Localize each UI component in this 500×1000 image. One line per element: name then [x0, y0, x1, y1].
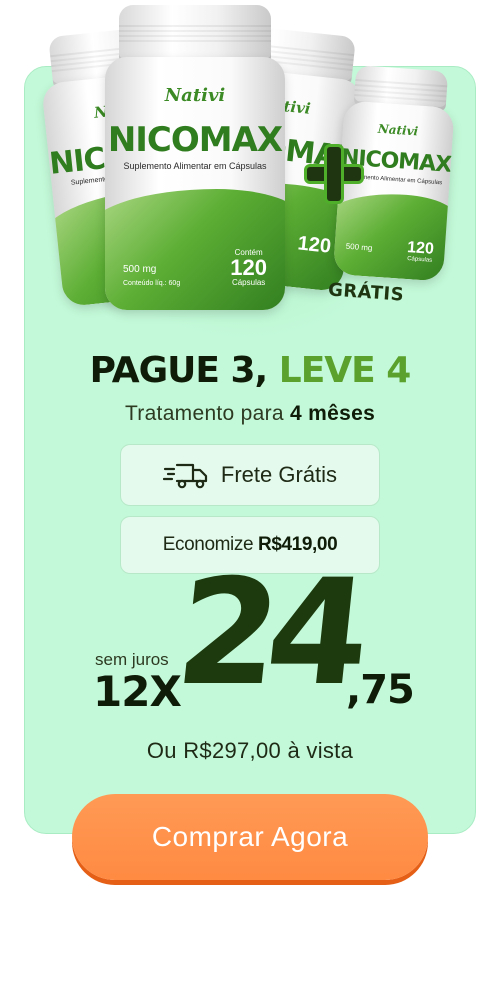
buy-now-button[interactable]: Comprar Agora: [72, 794, 428, 880]
free-shipping-label: Frete Grátis: [220, 462, 338, 487]
bottle-name: NICOMAX: [107, 120, 283, 161]
treatment-months: 4 mêses: [290, 402, 376, 425]
headline-pay: PAGUE 3,: [89, 350, 269, 391]
free-shipping-badge: Frete Grátis: [120, 444, 380, 506]
bottle-brand: Nativi: [164, 84, 226, 106]
price-cents: ,75: [346, 667, 415, 713]
price-integer: 24: [169, 548, 367, 718]
treatment-prefix: Tratamento para: [124, 402, 284, 425]
treatment-duration: Tratamento para 4 mêses: [0, 402, 500, 426]
bottle-brand: Nativi: [377, 121, 419, 139]
bottle-cap: [119, 5, 271, 63]
bottle-count: Contém 120 Cápsulas: [230, 248, 267, 288]
installment-count: 12X: [93, 667, 182, 716]
product-image: Nativi NICOMAX Suplemento Alimentar em C…: [30, 0, 470, 340]
plus-icon: [307, 147, 361, 201]
bottle-net-weight: Conteúdo líq.: 60g: [123, 280, 181, 288]
bottle-count: 120 Cápsulas: [406, 238, 435, 264]
cash-price: Ou R$297,00 à vista: [146, 738, 354, 763]
bottle-front: Nativi NICOMAX Suplemento Alimentar em C…: [105, 5, 285, 310]
bottle-dosage: 500 mg: [123, 263, 157, 275]
bottle-dosage: 500 mg: [345, 241, 373, 253]
bottle-subtitle: Suplemento Alimentar em Cápsulas: [123, 160, 267, 171]
offer-headline: PAGUE 3, LEVE 4: [0, 350, 500, 391]
bottle-count: 120: [296, 232, 333, 258]
truck-icon: [162, 463, 208, 489]
headline-take: LEVE 4: [278, 350, 412, 391]
bottle-label: Nativi NICOMAX Suplemento Alimentar em C…: [105, 56, 285, 310]
